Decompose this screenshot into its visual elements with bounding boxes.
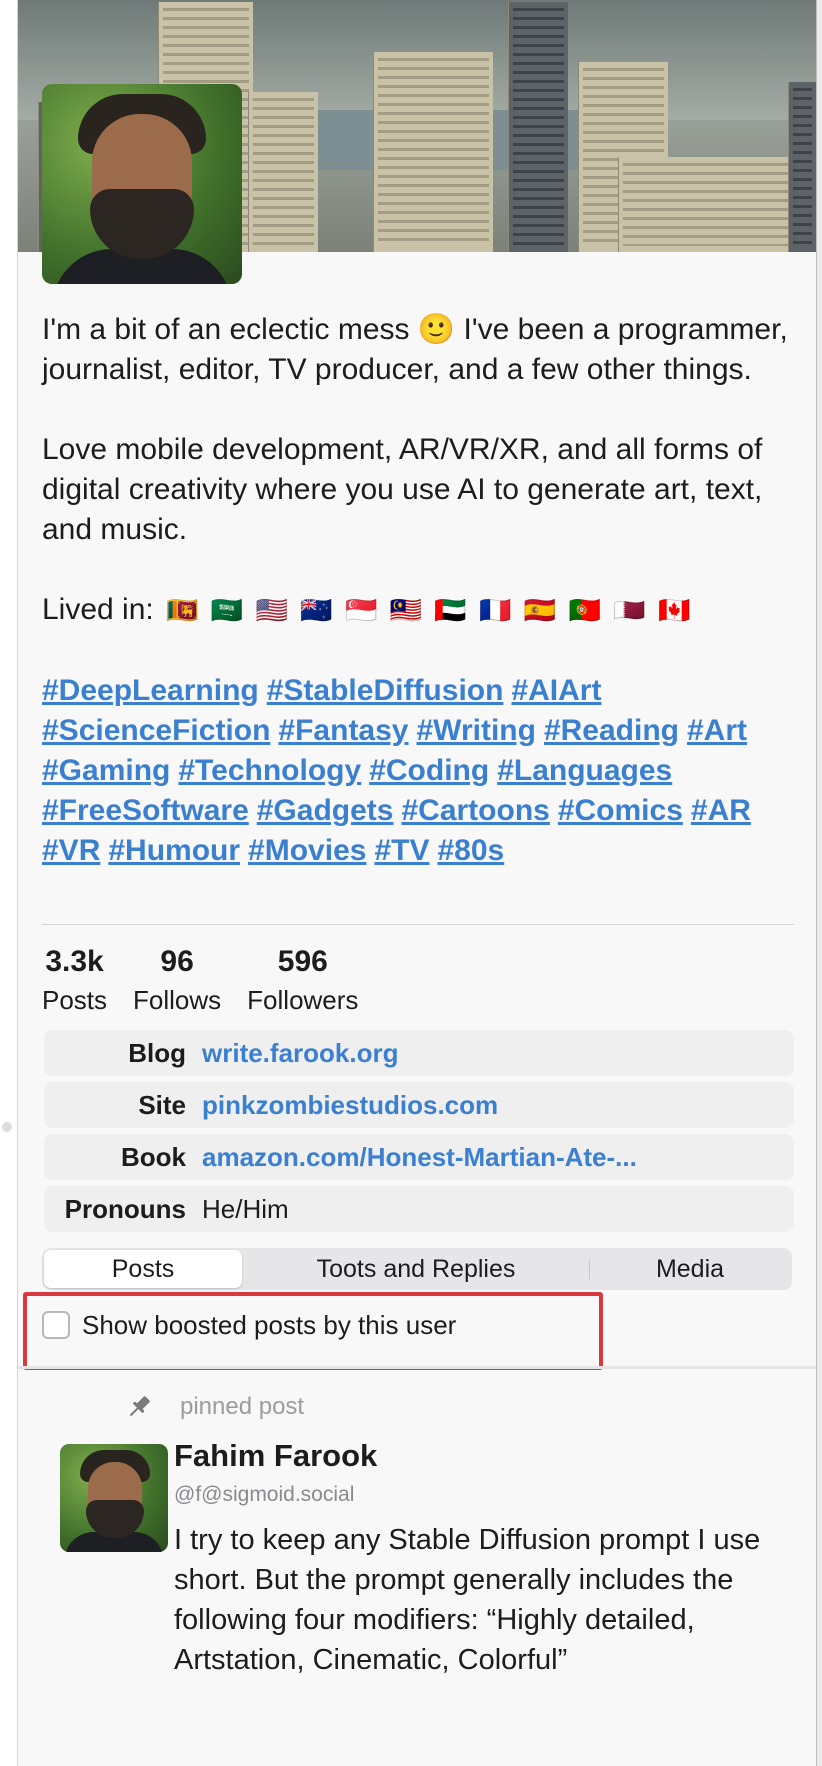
section-divider bbox=[18, 1366, 816, 1369]
stat-posts[interactable]: 3.3k Posts bbox=[42, 945, 107, 1017]
hashtag-link[interactable]: #Languages bbox=[497, 754, 672, 787]
flag-emoji: 🇫🇷 bbox=[479, 596, 512, 626]
field-link-book[interactable]: amazon.com/Honest-Martian-Ate-... bbox=[202, 1142, 637, 1173]
flag-emoji: 🇪🇸 bbox=[523, 596, 557, 626]
field-value-pronouns: He/Him bbox=[202, 1193, 289, 1224]
tab-media[interactable]: Media bbox=[590, 1250, 790, 1288]
stat-value: 96 bbox=[160, 945, 194, 978]
hashtag-link[interactable]: #Writing bbox=[417, 714, 536, 747]
hashtag-link[interactable]: #StableDiffusion bbox=[267, 674, 504, 707]
hashtag-link[interactable]: #Movies bbox=[248, 834, 366, 867]
field-name: Site bbox=[138, 1089, 186, 1120]
profile-stats: 3.3k Posts 96 Follows 596 Followers bbox=[42, 945, 358, 1017]
tab-toots-and-replies[interactable]: Toots and Replies bbox=[242, 1250, 590, 1288]
flag-emoji: 🇦🇪 bbox=[434, 596, 467, 626]
hashtag-link[interactable]: #TV bbox=[374, 834, 429, 867]
flag-emoji: 🇵🇹 bbox=[568, 596, 601, 626]
flag-list: 🇱🇰 🇸🇦 🇺🇸 🇳🇿 🇸🇬 🇲🇾 🇦🇪 🇫🇷 🇪🇸 🇵🇹 🇶🇦 🇨🇦 bbox=[162, 593, 690, 626]
section-divider bbox=[42, 924, 794, 925]
hashtag-link[interactable]: #80s bbox=[437, 834, 504, 867]
flag-emoji: 🇲🇾 bbox=[389, 596, 423, 626]
hashtag-link[interactable]: #Fantasy bbox=[278, 714, 408, 747]
field-row-pronouns: Pronouns He/Him bbox=[44, 1186, 794, 1232]
hashtag-link[interactable]: #FreeSoftware bbox=[42, 794, 249, 827]
field-link-blog[interactable]: write.farook.org bbox=[202, 1038, 398, 1069]
hashtag-link[interactable]: #Technology bbox=[178, 754, 361, 787]
flag-emoji: 🇺🇸 bbox=[255, 596, 288, 626]
stat-follows[interactable]: 96 Follows bbox=[133, 945, 221, 1017]
flag-emoji: 🇸🇬 bbox=[344, 596, 378, 626]
flag-emoji: 🇳🇿 bbox=[300, 596, 333, 626]
stat-value: 3.3k bbox=[45, 945, 104, 978]
lived-in-line: Lived in: 🇱🇰 🇸🇦 🇺🇸 🇳🇿 🇸🇬 🇲🇾 🇦🇪 🇫🇷 🇪🇸 🇵🇹 … bbox=[42, 590, 802, 631]
hashtag-link[interactable]: #AIArt bbox=[511, 674, 601, 707]
tab-posts[interactable]: Posts bbox=[44, 1250, 242, 1288]
timeline-tab-control: Posts Toots and Replies Media bbox=[42, 1248, 792, 1290]
post-author-handle[interactable]: @f@sigmoid.social bbox=[174, 1480, 814, 1510]
post-content: I try to keep any Stable Diffusion promp… bbox=[174, 1524, 761, 1676]
stat-label: Posts bbox=[42, 985, 108, 1015]
field-name: Pronouns bbox=[64, 1193, 186, 1224]
post-author-name[interactable]: Fahim Farook bbox=[174, 1436, 814, 1476]
show-boosts-option[interactable]: Show boosted posts by this user bbox=[42, 1310, 456, 1340]
lived-in-label: Lived in: bbox=[42, 593, 154, 626]
hashtag-link[interactable]: #Reading bbox=[544, 714, 679, 747]
hashtag-link[interactable]: #Coding bbox=[369, 754, 489, 787]
hashtag-link[interactable]: #Humour bbox=[108, 834, 240, 867]
hashtag-link[interactable]: #Cartoons bbox=[401, 794, 549, 827]
hashtag-link[interactable]: #Comics bbox=[558, 794, 683, 827]
field-name: Blog bbox=[128, 1037, 186, 1068]
field-link-site[interactable]: pinkzombiestudios.com bbox=[202, 1090, 498, 1121]
hashtag-link[interactable]: #DeepLearning bbox=[42, 674, 259, 707]
field-name: Book bbox=[121, 1141, 186, 1172]
hashtag-link[interactable]: #ScienceFiction bbox=[42, 714, 270, 747]
show-boosts-label[interactable]: Show boosted posts by this user bbox=[82, 1310, 456, 1340]
pin-icon bbox=[129, 1396, 150, 1417]
flag-emoji: 🇱🇰 bbox=[166, 596, 199, 626]
pinned-indicator: pinned post bbox=[124, 1392, 304, 1422]
left-window-edge bbox=[0, 0, 18, 1766]
show-boosts-checkbox[interactable] bbox=[42, 1311, 70, 1339]
flag-emoji: 🇶🇦 bbox=[613, 596, 646, 626]
hashtag-link[interactable]: #Art bbox=[687, 714, 747, 747]
hashtag-list: #DeepLearning #StableDiffusion #AIArt #Sci… bbox=[42, 671, 802, 871]
scrollbar-track[interactable] bbox=[816, 0, 822, 1766]
field-row-blog: Blog write.farook.org bbox=[44, 1030, 794, 1076]
bio-paragraph-1: I'm a bit of an eclectic mess 🙂 I've bee… bbox=[42, 313, 788, 386]
post-body[interactable]: Fahim Farook @f@sigmoid.social I try to … bbox=[174, 1436, 814, 1680]
hashtag-link[interactable]: #VR bbox=[42, 834, 100, 867]
profile-fields: Blog write.farook.org Site pinkzombiestu… bbox=[44, 1030, 794, 1238]
profile-avatar[interactable] bbox=[42, 84, 242, 284]
hashtag-link[interactable]: #Gaming bbox=[42, 754, 170, 787]
profile-panel: I'm a bit of an eclectic mess 🙂 I've bee… bbox=[18, 0, 816, 1766]
pinned-post-label: pinned post bbox=[180, 1393, 305, 1420]
flag-emoji: 🇸🇦 bbox=[210, 596, 244, 626]
stat-label: Followers bbox=[247, 985, 359, 1015]
hashtag-link[interactable]: #Gadgets bbox=[257, 794, 394, 827]
bio-paragraph-2: Love mobile development, AR/VR/XR, and a… bbox=[42, 433, 763, 546]
flag-emoji: 🇨🇦 bbox=[658, 596, 691, 626]
stat-value: 596 bbox=[277, 945, 328, 978]
post-author-avatar[interactable] bbox=[60, 1444, 168, 1552]
stat-label: Follows bbox=[133, 985, 222, 1015]
field-row-book: Book amazon.com/Honest-Martian-Ate-... bbox=[44, 1134, 794, 1180]
stat-followers[interactable]: 596 Followers bbox=[247, 945, 358, 1017]
resize-handle[interactable] bbox=[2, 1122, 12, 1132]
field-row-site: Site pinkzombiestudios.com bbox=[44, 1082, 794, 1128]
hashtag-link[interactable]: #AR bbox=[691, 794, 751, 827]
profile-bio: I'm a bit of an eclectic mess 🙂 I've bee… bbox=[42, 310, 802, 871]
